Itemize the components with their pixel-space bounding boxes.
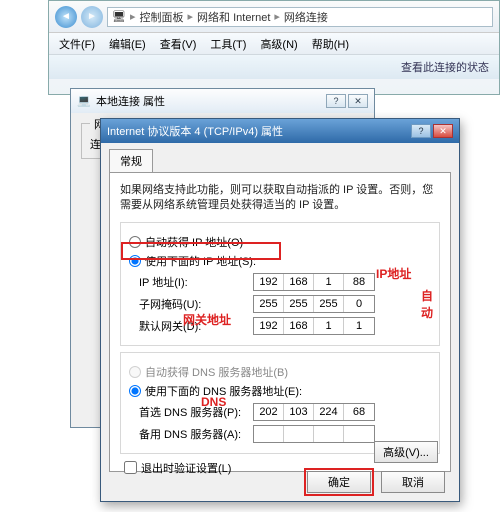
menu-help[interactable]: 帮助(H) — [312, 36, 349, 52]
breadcrumb-p1[interactable]: 控制面板 — [140, 9, 184, 25]
ip-octet[interactable]: 168 — [284, 318, 314, 334]
ip-octet[interactable]: 1 — [314, 318, 344, 334]
menu-adv[interactable]: 高级(N) — [260, 36, 297, 52]
ip-octet[interactable]: 88 — [344, 274, 374, 290]
network-icon: 💻 — [77, 94, 91, 108]
dns-pref-input[interactable]: 202 103 224 68 — [253, 403, 375, 421]
explorer-window: ◄ ► 🖥 ▸ 控制面板 ▸ 网络和 Internet ▸ 网络连接 文件(F)… — [48, 0, 500, 95]
radio-ip-manual-label: 使用下面的 IP 地址(S): — [145, 253, 256, 269]
section-dns: 自动获得 DNS 服务器地址(B) 使用下面的 DNS 服务器地址(E): 首选… — [120, 352, 440, 454]
ip-octet[interactable]: 224 — [314, 404, 344, 420]
dialog-button-row: 确定 取消 — [307, 471, 445, 493]
ip-octet[interactable]: 168 — [284, 274, 314, 290]
radio-dns-auto — [129, 366, 141, 378]
ip-octet[interactable] — [284, 426, 314, 442]
explorer-nav: ◄ ► 🖥 ▸ 控制面板 ▸ 网络和 Internet ▸ 网络连接 — [49, 1, 499, 33]
section-ip: 自动获得 IP 地址(O) 使用下面的 IP 地址(S): IP 地址(I): … — [120, 222, 440, 346]
ip-octet[interactable]: 68 — [344, 404, 374, 420]
breadcrumb-p3[interactable]: 网络连接 — [284, 9, 328, 25]
radio-ip-auto-row[interactable]: 自动获得 IP 地址(O) — [129, 234, 431, 250]
close-icon[interactable]: ✕ — [348, 94, 368, 108]
radio-dns-manual-row[interactable]: 使用下面的 DNS 服务器地址(E): — [129, 383, 431, 399]
ip-octet[interactable] — [344, 426, 374, 442]
ip-octet[interactable]: 192 — [254, 274, 284, 290]
ip-octet[interactable]: 255 — [314, 296, 344, 312]
ip-address-label: IP 地址(I): — [139, 274, 249, 290]
radio-dns-manual[interactable] — [129, 385, 141, 397]
tcpdialog-title: Internet 协议版本 4 (TCP/IPv4) 属性 — [107, 123, 283, 139]
netdialog-title: 本地连接 属性 — [96, 93, 165, 109]
close-icon[interactable]: ✕ — [433, 124, 453, 138]
gateway-label: 默认网关(D): — [139, 318, 249, 334]
field-dns-preferred: 首选 DNS 服务器(P): 202 103 224 68 — [139, 403, 431, 421]
subnet-mask-label: 子网掩码(U): — [139, 296, 249, 312]
dialog-tcpip-properties: Internet 协议版本 4 (TCP/IPv4) 属性 ? ✕ 常规 如果网… — [100, 118, 460, 502]
help-icon[interactable]: ? — [326, 94, 346, 108]
forward-button[interactable]: ► — [81, 6, 103, 28]
tabpanel-general: 如果网络支持此功能，则可以获取自动指派的 IP 设置。否则，您需要从网络系统管理… — [109, 172, 451, 472]
ip-octet[interactable]: 192 — [254, 318, 284, 334]
dns-alt-input[interactable] — [253, 425, 375, 443]
subnet-mask-input[interactable]: 255 255 255 0 — [253, 295, 375, 313]
tab-general[interactable]: 常规 — [109, 149, 153, 172]
menu-file[interactable]: 文件(F) — [59, 36, 95, 52]
radio-ip-manual[interactable] — [129, 255, 141, 267]
checkbox-validate-on-exit[interactable] — [124, 461, 137, 474]
breadcrumb-p2[interactable]: 网络和 Internet — [197, 9, 270, 25]
back-button[interactable]: ◄ — [55, 6, 77, 28]
ok-button[interactable]: 确定 — [307, 471, 371, 493]
ip-octet[interactable]: 202 — [254, 404, 284, 420]
advanced-button[interactable]: 高级(V)... — [374, 441, 438, 463]
dns-alt-label: 备用 DNS 服务器(A): — [139, 426, 249, 442]
menu-tools[interactable]: 工具(T) — [210, 36, 246, 52]
ip-octet[interactable] — [314, 426, 344, 442]
radio-ip-auto[interactable] — [129, 236, 141, 248]
breadcrumb[interactable]: 🖥 ▸ 控制面板 ▸ 网络和 Internet ▸ 网络连接 — [107, 7, 493, 27]
description-text: 如果网络支持此功能，则可以获取自动指派的 IP 设置。否则，您需要从网络系统管理… — [120, 183, 440, 214]
gateway-input[interactable]: 192 168 1 1 — [253, 317, 375, 335]
menu-view[interactable]: 查看(V) — [160, 36, 197, 52]
radio-ip-auto-label: 自动获得 IP 地址(O) — [145, 234, 243, 250]
field-default-gateway: 默认网关(D): 192 168 1 1 — [139, 317, 431, 335]
radio-dns-auto-row: 自动获得 DNS 服务器地址(B) — [129, 364, 431, 380]
ip-octet[interactable]: 255 — [284, 296, 314, 312]
radio-dns-auto-label: 自动获得 DNS 服务器地址(B) — [145, 364, 288, 380]
radio-ip-manual-row[interactable]: 使用下面的 IP 地址(S): — [129, 253, 431, 269]
ip-address-input[interactable]: 192 168 1 88 — [253, 273, 375, 291]
radio-dns-manual-label: 使用下面的 DNS 服务器地址(E): — [145, 383, 302, 399]
home-icon: 🖥 — [112, 10, 126, 23]
tcpdialog-titlebar[interactable]: Internet 协议版本 4 (TCP/IPv4) 属性 ? ✕ — [101, 119, 459, 143]
help-icon[interactable]: ? — [411, 124, 431, 138]
explorer-toolbar: 查看此连接的状态 — [49, 55, 499, 79]
cancel-button[interactable]: 取消 — [381, 471, 445, 493]
dns-pref-label: 首选 DNS 服务器(P): — [139, 404, 249, 420]
ip-octet[interactable]: 103 — [284, 404, 314, 420]
ip-octet[interactable]: 1 — [344, 318, 374, 334]
explorer-menu: 文件(F) 编辑(E) 查看(V) 工具(T) 高级(N) 帮助(H) — [49, 33, 499, 55]
menu-edit[interactable]: 编辑(E) — [109, 36, 146, 52]
netdialog-titlebar: 💻 本地连接 属性 ? ✕ — [71, 89, 374, 113]
toolbar-status-link[interactable]: 查看此连接的状态 — [401, 59, 489, 75]
ip-octet[interactable] — [254, 426, 284, 442]
tabstrip: 常规 — [101, 143, 459, 172]
ip-octet[interactable]: 1 — [314, 274, 344, 290]
checkbox-validate-label: 退出时验证设置(L) — [141, 460, 231, 476]
ip-octet[interactable]: 255 — [254, 296, 284, 312]
ip-octet[interactable]: 0 — [344, 296, 374, 312]
field-ip-address: IP 地址(I): 192 168 1 88 — [139, 273, 431, 291]
field-subnet-mask: 子网掩码(U): 255 255 255 0 — [139, 295, 431, 313]
